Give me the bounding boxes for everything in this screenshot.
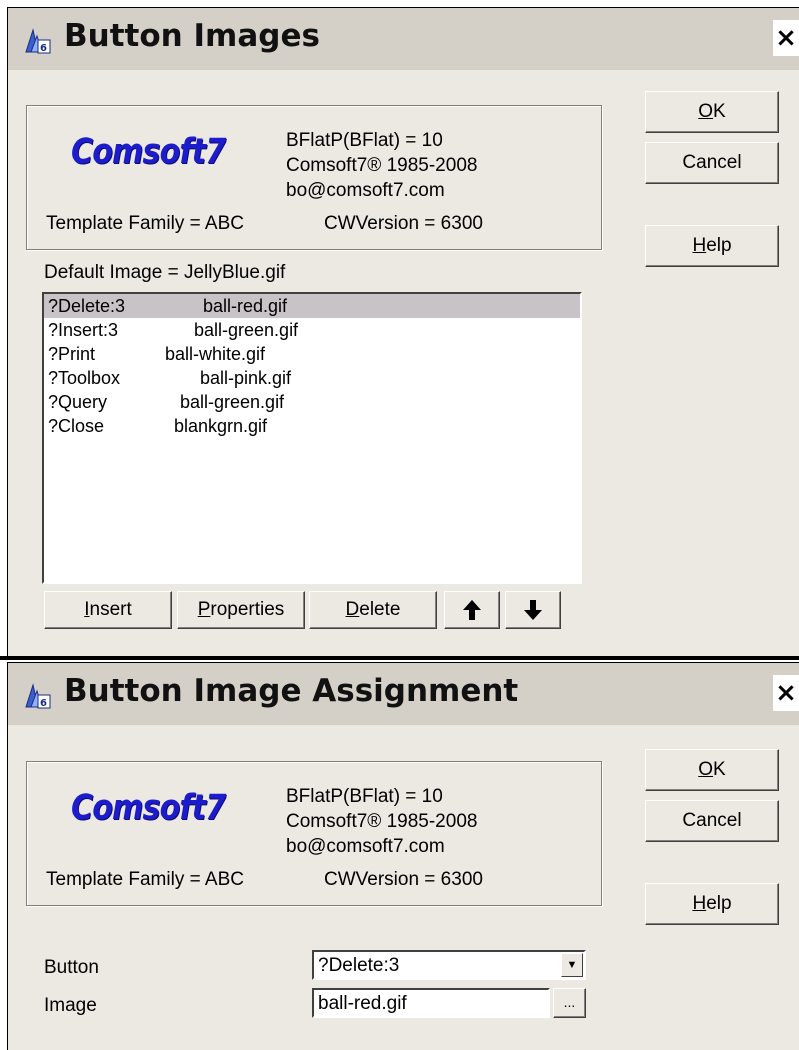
button-image-list[interactable]: ?Delete:3 ball-red.gif ?Insert:3 ball-gr… bbox=[42, 292, 582, 584]
close-button[interactable]: × bbox=[773, 675, 799, 711]
help-button[interactable]: Help bbox=[645, 883, 779, 925]
button-select[interactable]: ?Delete:3 ▼ bbox=[312, 950, 586, 980]
dialog-title: Button Images bbox=[64, 18, 320, 54]
list-item[interactable]: ?Print ball-white.gif bbox=[44, 342, 580, 366]
delete-button[interactable]: Delete bbox=[309, 591, 437, 629]
title-bar: 6 Button Image Assignment × bbox=[8, 663, 799, 725]
ok-button[interactable]: OK bbox=[645, 91, 779, 133]
arrow-up-icon bbox=[463, 600, 481, 620]
default-image-label: Default Image = JellyBlue.gif bbox=[44, 262, 286, 283]
list-item[interactable]: ?Delete:3 ball-red.gif bbox=[44, 294, 580, 318]
button-image-assignment-dialog: 6 Button Image Assignment × Comsoft7 BFl… bbox=[7, 662, 799, 1050]
bflat-line: BFlatP(BFlat) = 10 bbox=[286, 130, 443, 151]
comsoft7-logo: Comsoft7 bbox=[71, 132, 226, 172]
info-group: Comsoft7 BFlatP(BFlat) = 10 Comsoft7® 19… bbox=[26, 105, 602, 250]
browse-button[interactable]: ... bbox=[553, 988, 586, 1018]
svg-text:6: 6 bbox=[40, 698, 47, 709]
email-line: bo@comsoft7.com bbox=[286, 836, 445, 857]
list-item[interactable]: ?Toolbox ball-pink.gif bbox=[44, 366, 580, 390]
version-info: BFlatP(BFlat) = 10 Comsoft7® 1985-2008 b… bbox=[286, 128, 477, 203]
list-item[interactable]: ?Query ball-green.gif bbox=[44, 390, 580, 414]
copyright-line: Comsoft7® 1985-2008 bbox=[286, 155, 478, 176]
insert-button[interactable]: Insert bbox=[44, 591, 172, 629]
email-line: bo@comsoft7.com bbox=[286, 180, 445, 201]
ok-button[interactable]: OK bbox=[645, 749, 779, 791]
dialog-title: Button Image Assignment bbox=[64, 673, 519, 709]
copyright-line: Comsoft7® 1985-2008 bbox=[286, 811, 478, 832]
help-button[interactable]: Help bbox=[645, 225, 779, 267]
properties-button[interactable]: Properties bbox=[177, 591, 305, 629]
app-icon: 6 bbox=[25, 28, 51, 54]
bflat-line: BFlatP(BFlat) = 10 bbox=[286, 786, 443, 807]
image-field-label: Image bbox=[44, 995, 97, 1016]
comsoft7-logo: Comsoft7 bbox=[71, 788, 226, 828]
template-family-label: Template Family = ABC bbox=[46, 869, 244, 890]
button-field-label: Button bbox=[44, 957, 99, 978]
cancel-button[interactable]: Cancel bbox=[645, 142, 779, 184]
info-group: Comsoft7 BFlatP(BFlat) = 10 Comsoft7® 19… bbox=[26, 761, 602, 906]
arrow-down-icon bbox=[524, 600, 542, 620]
title-bar: 6 Button Images × bbox=[8, 8, 799, 70]
svg-text:6: 6 bbox=[40, 43, 47, 54]
move-down-button[interactable] bbox=[505, 591, 561, 629]
divider bbox=[0, 656, 799, 660]
app-icon: 6 bbox=[25, 683, 51, 709]
version-info: BFlatP(BFlat) = 10 Comsoft7® 1985-2008 b… bbox=[286, 784, 477, 859]
list-item[interactable]: ?Insert:3 ball-green.gif bbox=[44, 318, 580, 342]
chevron-down-icon[interactable]: ▼ bbox=[561, 953, 583, 977]
button-images-dialog: 6 Button Images × Comsoft7 BFlatP(BFlat)… bbox=[7, 7, 799, 656]
close-button[interactable]: × bbox=[773, 20, 799, 56]
cw-version-label: CWVersion = 6300 bbox=[324, 213, 483, 234]
move-up-button[interactable] bbox=[444, 591, 500, 629]
image-input[interactable]: ball-red.gif bbox=[312, 988, 550, 1018]
list-item[interactable]: ?Close blankgrn.gif bbox=[44, 414, 580, 438]
cw-version-label: CWVersion = 6300 bbox=[324, 869, 483, 890]
cancel-button[interactable]: Cancel bbox=[645, 800, 779, 842]
template-family-label: Template Family = ABC bbox=[46, 213, 244, 234]
